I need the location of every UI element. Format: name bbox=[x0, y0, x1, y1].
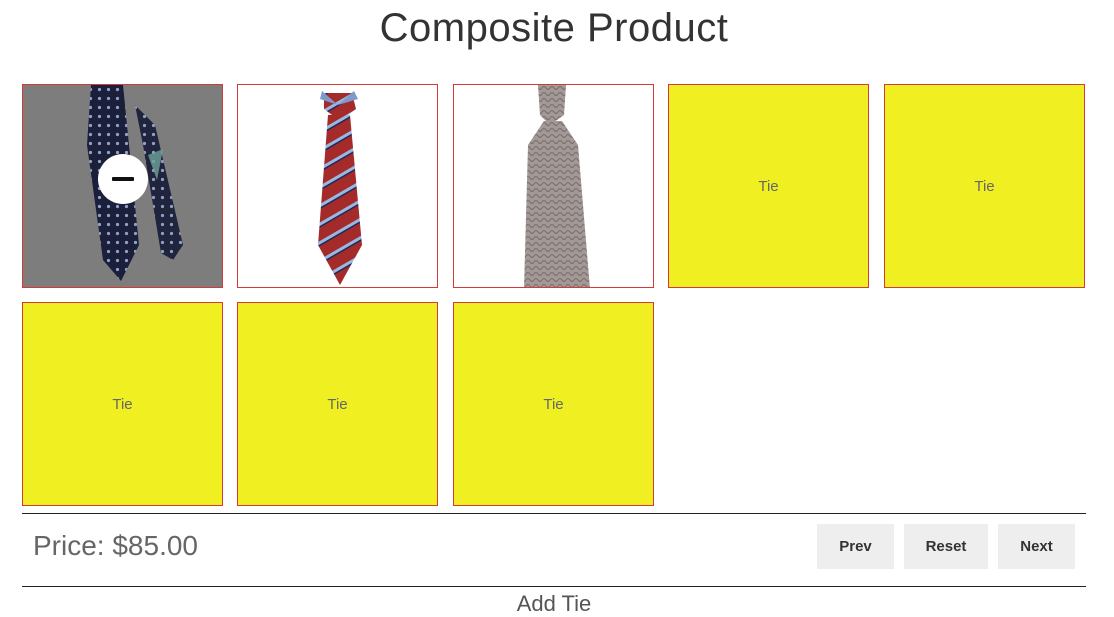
remove-button[interactable] bbox=[98, 154, 148, 204]
slot-placeholder-label: Tie bbox=[327, 395, 348, 413]
top-divider bbox=[22, 513, 1086, 514]
prev-button[interactable]: Prev bbox=[817, 524, 894, 569]
slot-2[interactable] bbox=[237, 84, 438, 288]
slot-7-empty[interactable]: Tie bbox=[237, 302, 438, 506]
reset-button[interactable]: Reset bbox=[904, 524, 988, 569]
add-tie-heading: Add Tie bbox=[516, 591, 592, 616]
red-striped-tie-image bbox=[318, 91, 362, 285]
page-title: Composite Product bbox=[379, 6, 729, 50]
slot-1[interactable] bbox=[22, 84, 223, 288]
price-display: Price: $85.00 bbox=[33, 530, 198, 562]
price-label: Price: bbox=[33, 530, 105, 561]
slot-placeholder-label: Tie bbox=[974, 177, 995, 195]
grey-knit-tie-image bbox=[524, 85, 590, 287]
next-button[interactable]: Next bbox=[998, 524, 1075, 569]
price-value: $85.00 bbox=[112, 530, 198, 561]
slot-6-empty[interactable]: Tie bbox=[22, 302, 223, 506]
slot-placeholder-label: Tie bbox=[543, 395, 564, 413]
slot-5-empty[interactable]: Tie bbox=[884, 84, 1085, 288]
slot-8-empty[interactable]: Tie bbox=[453, 302, 654, 506]
slot-3[interactable] bbox=[453, 84, 654, 288]
slot-placeholder-label: Tie bbox=[758, 177, 779, 195]
slot-placeholder-label: Tie bbox=[112, 395, 133, 413]
slot-4-empty[interactable]: Tie bbox=[668, 84, 869, 288]
minus-icon bbox=[112, 177, 134, 181]
bottom-divider bbox=[22, 586, 1086, 587]
